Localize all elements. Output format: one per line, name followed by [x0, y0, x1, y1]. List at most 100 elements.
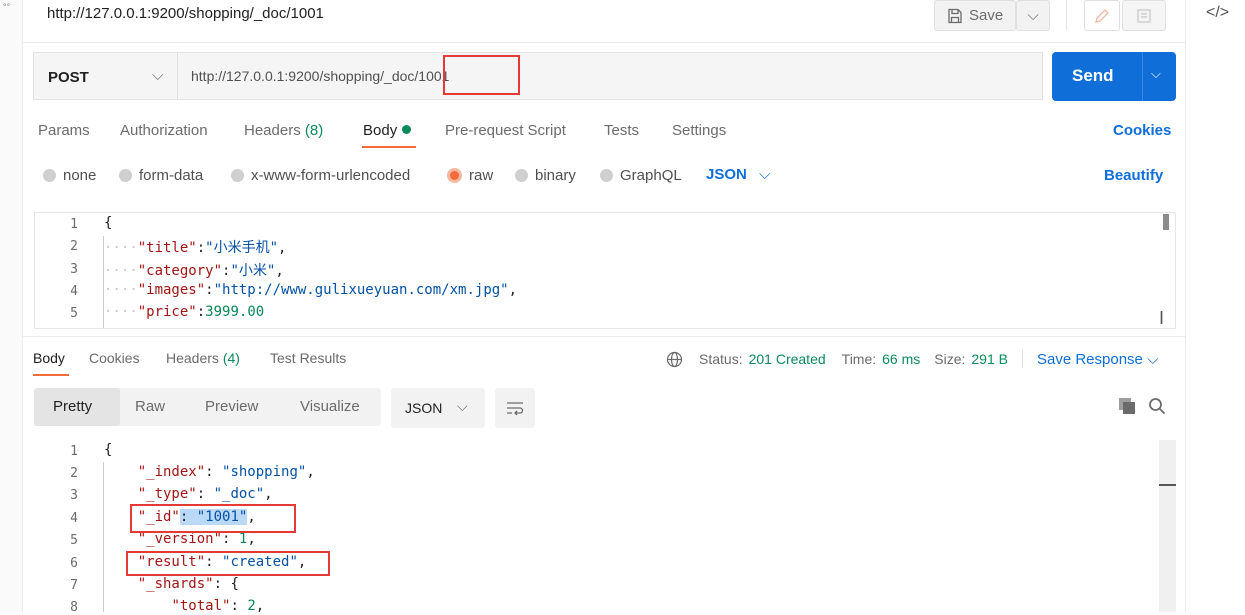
format-label: JSON [706, 166, 747, 183]
divider [22, 42, 1185, 43]
chevron-down-icon: ⌵ [1027, 7, 1039, 24]
json-value: 1 [238, 531, 248, 547]
save-icon [948, 8, 962, 23]
resp-tab-cookies[interactable]: Cookies [89, 350, 140, 366]
status-dots-icon: °° [3, 2, 11, 12]
tab-body[interactable]: Body [363, 122, 412, 139]
resp-tab-test-results[interactable]: Test Results [270, 350, 346, 366]
send-label: Send [1072, 66, 1114, 85]
resp-tab-body[interactable]: Body [33, 350, 65, 366]
body-indicator-dot [402, 125, 412, 134]
whitespace-dots: ···· [104, 304, 138, 320]
json-value: 3999.00 [205, 304, 265, 320]
json-value: "小米" [230, 263, 276, 279]
body-format-select[interactable]: JSON ⌵ [706, 166, 770, 183]
brace: { [104, 442, 113, 458]
radio-binary[interactable]: binary [515, 167, 576, 184]
tab-pre-request-script[interactable]: Pre-request Script [445, 122, 566, 139]
line-number: 6 [70, 556, 78, 571]
globe-icon[interactable] [666, 351, 683, 368]
tab-params[interactable]: Params [38, 122, 90, 139]
chevron-down-icon: ⌵ [759, 166, 771, 183]
url-input[interactable]: http://127.0.0.1:9200/shopping/_doc/1001 [177, 52, 1043, 100]
raw-button[interactable]: Raw [135, 398, 165, 415]
method-label: POST [48, 69, 89, 86]
line-number: 1 [70, 444, 78, 459]
divider [1021, 350, 1023, 368]
radio-circle-icon [231, 169, 244, 182]
save-button[interactable]: Save [934, 0, 1016, 31]
method-select[interactable]: POST ⌵ [33, 52, 177, 100]
whitespace-dots: ···· [104, 240, 138, 256]
wrap-lines-button[interactable] [495, 388, 535, 428]
size-label: Size: [934, 351, 966, 367]
radio-form-data[interactable]: form-data [119, 167, 203, 184]
response-format-select[interactable]: JSON ⌵ [391, 388, 485, 428]
cookies-link[interactable]: Cookies [1113, 122, 1171, 139]
radio-selected-icon [447, 168, 462, 183]
document-icon [1137, 8, 1151, 23]
tab-headers[interactable]: Headers (8) [244, 122, 323, 139]
tab-settings[interactable]: Settings [672, 122, 726, 139]
json-key: "_type" [137, 486, 197, 502]
url-base: http://127.0.0.1:9200/shopping/_doc/ [191, 68, 419, 84]
chevron-down-icon[interactable]: ⌵ [1151, 66, 1161, 82]
radio-label: GraphQL [620, 167, 682, 184]
tab-tests[interactable]: Tests [604, 122, 639, 139]
code-snippet-icon[interactable]: </> [1206, 4, 1229, 22]
search-icon[interactable] [1148, 397, 1166, 415]
brace: { [230, 576, 239, 592]
send-divider [1142, 52, 1143, 101]
save-dropdown-button[interactable]: ⌵ [1016, 0, 1050, 31]
response-scrollbar[interactable] [1159, 440, 1176, 612]
left-edge-panel: °° [0, 0, 23, 612]
line-number: 5 [70, 533, 78, 548]
code-line: "_version": 1, [137, 531, 256, 547]
json-key: "price" [137, 304, 197, 320]
code-line: ····"images":"http://www.gulixueyuan.com… [104, 282, 518, 298]
request-title: http://127.0.0.1:9200/shopping/_doc/1001 [47, 5, 324, 22]
whitespace-dots: ···· [104, 282, 138, 298]
documentation-button[interactable] [1122, 0, 1166, 31]
radio-urlencoded[interactable]: x-www-form-urlencoded [231, 167, 410, 184]
tab-authorization[interactable]: Authorization [120, 122, 208, 139]
preview-button[interactable]: Preview [205, 398, 258, 415]
code-line: { [104, 442, 112, 458]
json-value: "http://www.gulixueyuan.com/xm.jpg" [213, 282, 509, 298]
toolbar-divider [1066, 0, 1067, 30]
right-sidebar [1185, 0, 1245, 612]
radio-circle-icon [43, 169, 56, 182]
pretty-button[interactable]: Pretty [53, 398, 92, 415]
editor-scrollbar-thumb[interactable] [1163, 214, 1169, 230]
edit-button[interactable] [1084, 0, 1120, 31]
tab-headers-label: Headers [244, 122, 301, 139]
json-key: "category" [137, 263, 223, 279]
copy-icon[interactable] [1118, 397, 1136, 415]
send-button[interactable]: Send ⌵ [1052, 52, 1176, 101]
wrap-lines-icon [507, 402, 524, 416]
beautify-link[interactable]: Beautify [1104, 167, 1163, 184]
json-value: "shopping" [222, 464, 307, 480]
annotation-box-url-id [443, 55, 520, 95]
headers-count: (4) [222, 350, 240, 366]
line-number: 4 [70, 284, 78, 299]
size-value[interactable]: 291 B [971, 351, 1008, 367]
radio-raw[interactable]: raw [447, 167, 493, 184]
divider [22, 336, 1185, 337]
scrollbar-thumb[interactable] [1159, 484, 1176, 486]
radio-label: raw [469, 167, 494, 184]
resp-tab-headers[interactable]: Headers (4) [166, 350, 240, 366]
code-line: ····"title":"小米手机", [104, 240, 287, 256]
radio-graphql[interactable]: GraphQL [600, 167, 682, 184]
save-response-button[interactable]: Save Response ⌵ [1037, 351, 1158, 368]
chevron-down-icon: ⌵ [1147, 350, 1159, 368]
line-number: 3 [70, 262, 78, 277]
radio-label: none [63, 167, 97, 184]
radio-none[interactable]: none [43, 167, 96, 184]
status-value[interactable]: 201 Created [749, 351, 826, 367]
line-number: 2 [70, 239, 78, 254]
headers-count: (8) [304, 122, 324, 139]
line-number: 5 [70, 306, 78, 321]
visualize-button[interactable]: Visualize [300, 398, 360, 415]
time-value[interactable]: 66 ms [882, 351, 920, 367]
